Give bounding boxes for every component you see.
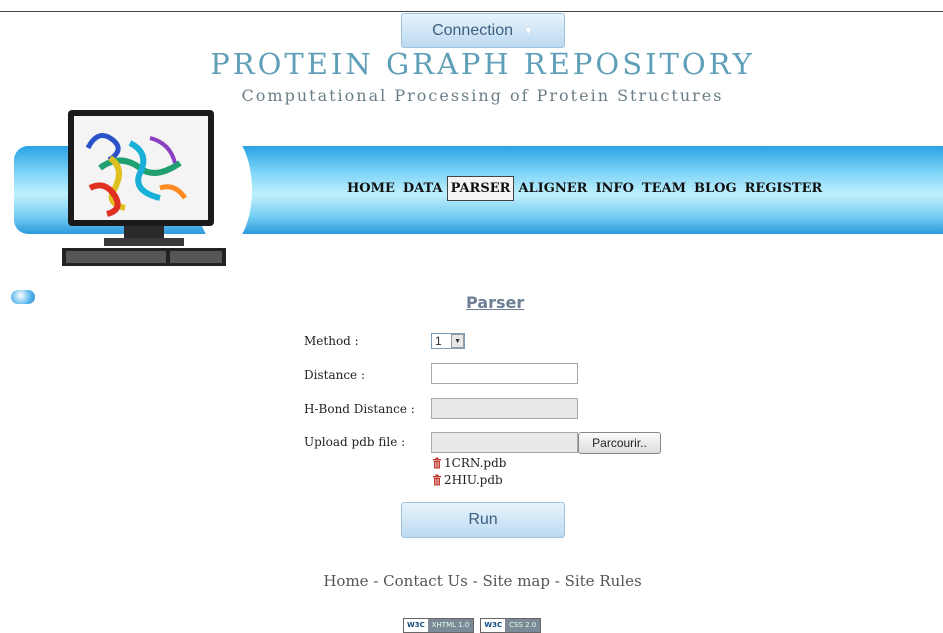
nav-home[interactable]: HOME bbox=[343, 176, 399, 201]
footer-home-link[interactable]: Home bbox=[323, 572, 368, 590]
method-value: 1 bbox=[435, 334, 442, 348]
file-name: 1CRN.pdb bbox=[444, 456, 507, 470]
computer-logo-icon bbox=[62, 110, 226, 266]
distance-label: Distance : bbox=[304, 368, 366, 382]
run-button[interactable]: Run bbox=[401, 502, 565, 538]
uploaded-file-item: 1CRN.pdb bbox=[432, 456, 506, 470]
distance-input[interactable] bbox=[431, 363, 578, 384]
trash-icon[interactable] bbox=[432, 474, 442, 486]
footer-links: Home - Contact Us - Site map - Site Rule… bbox=[0, 572, 943, 590]
hbond-distance-input[interactable] bbox=[431, 398, 578, 419]
badge-standard: XHTML 1.0 bbox=[427, 619, 474, 632]
footer-sitemap-link[interactable]: Site map bbox=[482, 572, 550, 590]
upload-file-input[interactable] bbox=[431, 432, 578, 453]
w3c-logo: W3C bbox=[481, 619, 506, 632]
footer-separator: - bbox=[368, 572, 384, 590]
top-divider bbox=[0, 11, 943, 12]
dropdown-arrow-icon: ▼ bbox=[451, 334, 464, 348]
w3c-logo: W3C bbox=[404, 619, 428, 632]
nav-aligner[interactable]: ALIGNER bbox=[514, 176, 591, 201]
connection-button[interactable]: Connection ▼ bbox=[401, 13, 565, 48]
connection-label: Connection bbox=[432, 21, 514, 39]
footer-contact-link[interactable]: Contact Us bbox=[383, 572, 468, 590]
nav-parser[interactable]: PARSER bbox=[446, 176, 515, 201]
browse-button[interactable]: Parcourir.. bbox=[578, 432, 661, 454]
site-title: PROTEIN GRAPH REPOSITORY bbox=[210, 47, 755, 81]
hbond-distance-label: H-Bond Distance : bbox=[304, 402, 415, 416]
nav-blog[interactable]: BLOG bbox=[690, 176, 741, 201]
method-select[interactable]: 1 ▼ bbox=[431, 333, 465, 349]
footer-separator: - bbox=[467, 572, 483, 590]
nav-data[interactable]: DATA bbox=[399, 176, 447, 201]
site-subtitle: Computational Processing of Protein Stru… bbox=[241, 86, 724, 105]
chevron-down-icon: ▼ bbox=[523, 24, 534, 37]
footer-separator: - bbox=[549, 572, 565, 590]
nav-info[interactable]: INFO bbox=[591, 176, 638, 201]
badge-standard: CSS 2.0 bbox=[505, 619, 541, 632]
nav-register[interactable]: REGISTER bbox=[741, 176, 827, 201]
upload-label: Upload pdb file : bbox=[304, 435, 406, 449]
main-nav: HOME DATA PARSER ALIGNER INFO TEAM BLOG … bbox=[343, 176, 826, 201]
cloud-icon bbox=[11, 290, 35, 304]
nav-team[interactable]: TEAM bbox=[638, 176, 690, 201]
file-name: 2HIU.pdb bbox=[444, 473, 503, 487]
method-label: Method : bbox=[304, 334, 359, 348]
footer-rules-link[interactable]: Site Rules bbox=[565, 572, 642, 590]
trash-icon[interactable] bbox=[432, 457, 442, 469]
page-title: Parser bbox=[466, 293, 525, 312]
uploaded-file-item: 2HIU.pdb bbox=[432, 473, 503, 487]
